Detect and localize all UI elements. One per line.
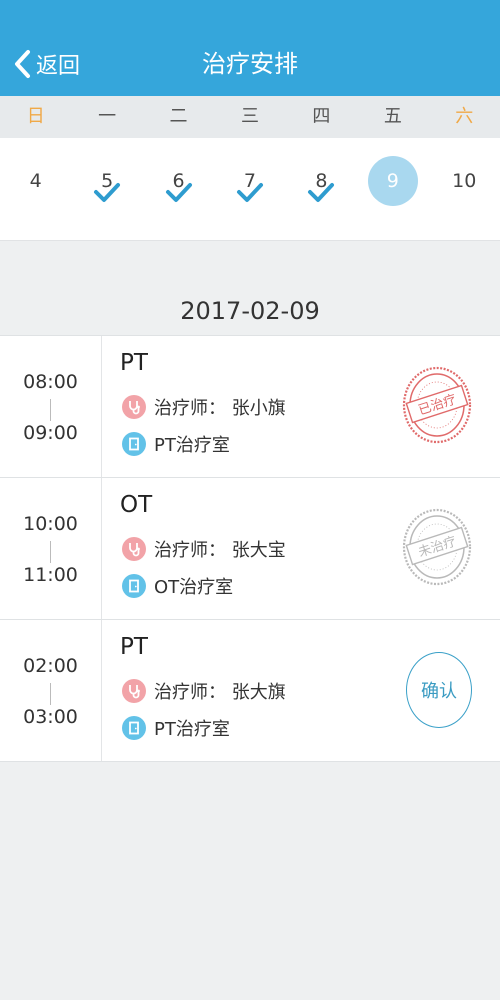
door-icon xyxy=(122,432,146,456)
therapist-name: 治疗师： 张大宝 xyxy=(154,540,286,561)
start-time: 08:00 xyxy=(23,371,78,393)
weekday-thu: 四 xyxy=(312,106,331,127)
time-divider xyxy=(50,399,51,421)
start-time: 02:00 xyxy=(23,655,78,677)
session-item[interactable]: 10:00 11:00 OT 治疗师： 张大宝 OT治疗室 未治疗 xyxy=(0,478,500,620)
selected-date-label: 2017-02-09 xyxy=(0,269,500,336)
date-cell-9-selected[interactable]: 9 xyxy=(357,138,428,240)
therapist-name: 治疗师： 张大旗 xyxy=(154,682,286,703)
stethoscope-icon xyxy=(122,537,146,561)
room-row: OT治疗室 xyxy=(122,573,233,599)
therapist-row: 治疗师： 张大旗 xyxy=(122,678,286,704)
session-info: PT 治疗师： 张大旗 PT治疗室 确认 xyxy=(102,620,500,761)
weekday-wed: 三 xyxy=(240,106,259,127)
therapy-type: PT xyxy=(120,634,148,660)
date-cell-4[interactable]: 4 xyxy=(0,138,71,240)
room-name: PT治疗室 xyxy=(154,435,230,456)
time-column: 02:00 03:00 xyxy=(0,620,102,761)
date-cell-7[interactable]: 7 xyxy=(214,138,285,240)
checkmark-icon xyxy=(165,183,192,202)
untreated-stamp-icon: 未治疗 xyxy=(402,508,472,586)
date-number: 10 xyxy=(452,170,477,192)
end-time: 03:00 xyxy=(23,706,78,728)
end-time: 11:00 xyxy=(23,564,78,586)
therapist-name: 治疗师： 张小旗 xyxy=(154,398,286,419)
weekday-tue: 二 xyxy=(169,106,188,127)
session-item[interactable]: 02:00 03:00 PT 治疗师： 张大旗 PT治疗室 确认 xyxy=(0,620,500,762)
date-number: 4 xyxy=(29,170,42,192)
therapy-type: PT xyxy=(120,350,148,376)
treated-stamp-icon: 已治疗 xyxy=(402,366,472,444)
checkmark-icon xyxy=(94,183,121,202)
room-row: PT治疗室 xyxy=(122,715,230,741)
door-icon xyxy=(122,574,146,598)
stethoscope-icon xyxy=(122,395,146,419)
back-button[interactable]: 返回 xyxy=(12,44,80,84)
date-cell-5[interactable]: 5 xyxy=(71,138,142,240)
weekday-header: 日 一 二 三 四 五 六 xyxy=(0,96,500,138)
weekday-sun: 日 xyxy=(26,106,45,127)
time-column: 10:00 11:00 xyxy=(0,478,102,619)
stethoscope-icon xyxy=(122,679,146,703)
door-icon xyxy=(122,716,146,740)
chevron-left-icon xyxy=(15,50,30,78)
weekday-mon: 一 xyxy=(98,106,117,127)
checkmark-icon xyxy=(308,183,335,202)
room-name: PT治疗室 xyxy=(154,719,230,740)
checkmark-icon xyxy=(236,183,263,202)
time-divider xyxy=(50,683,51,705)
therapist-row: 治疗师： 张小旗 xyxy=(122,394,286,420)
session-info: OT 治疗师： 张大宝 OT治疗室 未治疗 xyxy=(102,478,500,619)
date-cell-8[interactable]: 8 xyxy=(286,138,357,240)
week-date-strip: 4 5 6 7 8 9 10 xyxy=(0,138,500,241)
room-name: OT治疗室 xyxy=(154,577,234,598)
app-header: 返回 治疗安排 xyxy=(0,0,500,96)
confirm-button[interactable]: 确认 xyxy=(406,652,472,728)
session-item[interactable]: 08:00 09:00 PT 治疗师： 张小旗 PT治疗室 已治疗 xyxy=(0,336,500,478)
back-label: 返回 xyxy=(36,54,81,79)
date-cell-6[interactable]: 6 xyxy=(143,138,214,240)
start-time: 10:00 xyxy=(23,513,78,535)
weekday-fri: 五 xyxy=(383,106,402,127)
time-column: 08:00 09:00 xyxy=(0,336,102,477)
time-divider xyxy=(50,541,51,563)
date-cell-10[interactable]: 10 xyxy=(429,138,500,240)
room-row: PT治疗室 xyxy=(122,431,230,457)
therapy-type: OT xyxy=(120,492,153,518)
therapist-row: 治疗师： 张大宝 xyxy=(122,536,286,562)
session-info: PT 治疗师： 张小旗 PT治疗室 已治疗 xyxy=(102,336,500,477)
weekday-sat: 六 xyxy=(455,106,474,127)
date-number: 9 xyxy=(386,170,399,192)
end-time: 09:00 xyxy=(23,422,78,444)
